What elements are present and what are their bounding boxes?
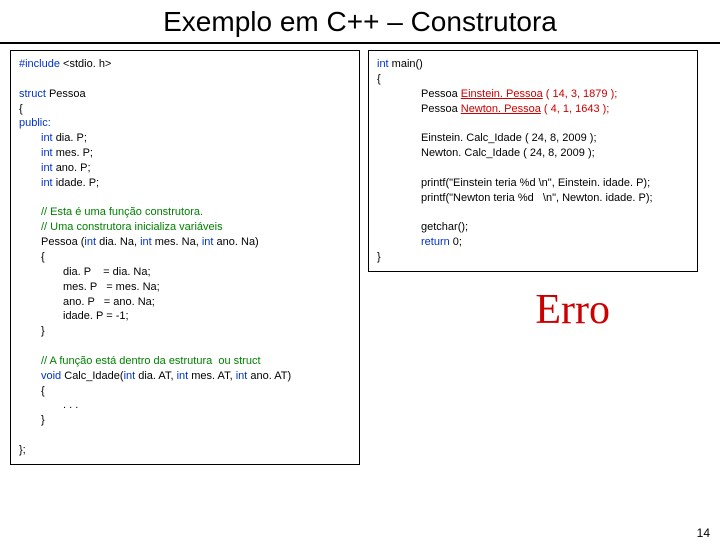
left-code-box: #include <stdio. h> struct Pessoa { publ…: [10, 50, 360, 465]
code-line: struct Pessoa: [19, 87, 351, 102]
code-line: ano. P = ano. Na;: [19, 295, 351, 310]
title-divider: [0, 42, 720, 44]
code-line: int dia. P;: [19, 131, 351, 146]
content-columns: #include <stdio. h> struct Pessoa { publ…: [0, 50, 720, 465]
code-line: idade. P = -1;: [19, 309, 351, 324]
code-line: printf("Newton teria %d \n", Newton. ida…: [377, 191, 689, 206]
error-label: Erro: [535, 286, 610, 334]
code-line: int ano. P;: [19, 161, 351, 176]
code-line: }: [19, 324, 351, 339]
code-line: mes. P = mes. Na;: [19, 280, 351, 295]
code-line: {: [19, 102, 351, 117]
code-line: };: [19, 443, 351, 458]
code-line: {: [19, 250, 351, 265]
code-comment: // A função está dentro da estrutura ou …: [19, 354, 351, 369]
code-blank: [377, 116, 689, 131]
code-line: Pessoa Newton. Pessoa ( 4, 1, 1643 );: [377, 102, 689, 117]
code-line: void Calc_Idade(int dia. AT, int mes. AT…: [19, 369, 351, 384]
code-line: {: [377, 72, 689, 87]
code-line: Newton. Calc_Idade ( 24, 8, 2009 );: [377, 146, 689, 161]
code-line: int mes. P;: [19, 146, 351, 161]
code-blank: [377, 205, 689, 220]
code-blank: [19, 72, 351, 87]
code-line: return 0;: [377, 235, 689, 250]
code-line: dia. P = dia. Na;: [19, 265, 351, 280]
code-line: }: [19, 413, 351, 428]
code-line: {: [19, 384, 351, 399]
code-line: int idade. P;: [19, 176, 351, 191]
code-line: }: [377, 250, 689, 265]
code-line: int main(): [377, 57, 689, 72]
page-number: 14: [697, 526, 710, 540]
code-line: . . .: [19, 398, 351, 413]
right-code-box: int main() { Pessoa Einstein. Pessoa ( 1…: [368, 50, 698, 272]
code-comment: // Esta é uma função construtora.: [19, 205, 351, 220]
code-line: printf("Einstein teria %d \n", Einstein.…: [377, 176, 689, 191]
code-blank: [377, 161, 689, 176]
code-blank: [19, 339, 351, 354]
slide-title: Exemplo em C++ – Construtora: [0, 6, 720, 38]
code-line: #include <stdio. h>: [19, 57, 351, 72]
code-line: public:: [19, 116, 351, 131]
code-line: Einstein. Calc_Idade ( 24, 8, 2009 );: [377, 131, 689, 146]
code-line: getchar();: [377, 220, 689, 235]
code-line: Pessoa Einstein. Pessoa ( 14, 3, 1879 );: [377, 87, 689, 102]
code-blank: [19, 428, 351, 443]
code-blank: [19, 191, 351, 206]
code-line: Pessoa (int dia. Na, int mes. Na, int an…: [19, 235, 351, 250]
code-comment: // Uma construtora inicializa variáveis: [19, 220, 351, 235]
